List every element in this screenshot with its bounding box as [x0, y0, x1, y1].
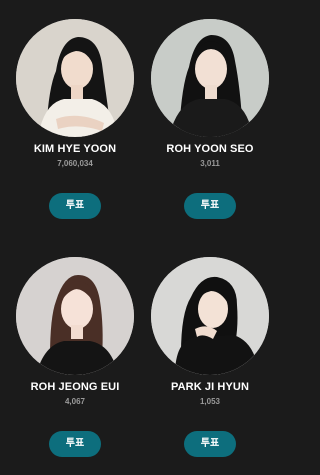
candidate-card: ROH YOON SEO 3,011 투표: [150, 0, 300, 237]
candidate-name: KIM HYE YOON: [33, 143, 117, 155]
candidate-card: PARK JI HYUN 1,053 투표: [150, 238, 300, 475]
vote-count: 3,011: [200, 159, 220, 168]
candidate-card: ROH JEONG EUI 4,067 투표: [0, 238, 150, 475]
vote-button[interactable]: 투표: [184, 193, 236, 219]
candidate-photo: [151, 257, 269, 375]
candidate-name: PARK JI HYUN: [170, 381, 249, 393]
candidate-grid: KIM HYE YOON 7,060,034 투표 ROH YOON SEO 3…: [0, 0, 300, 475]
vote-button[interactable]: 투표: [49, 431, 101, 457]
vote-button[interactable]: 투표: [49, 193, 101, 219]
candidate-name: ROH JEONG EUI: [30, 381, 120, 393]
candidate-card: KIM HYE YOON 7,060,034 투표: [0, 0, 150, 237]
candidate-name: ROH YOON SEO: [166, 143, 254, 155]
candidate-photo: [16, 257, 134, 375]
vote-count: 4,067: [64, 397, 86, 406]
vote-count: 7,060,034: [57, 159, 93, 168]
vote-count: 1,053: [199, 397, 221, 406]
vote-button[interactable]: 투표: [184, 431, 236, 457]
candidate-photo: [16, 19, 134, 137]
candidate-photo: [151, 19, 269, 137]
